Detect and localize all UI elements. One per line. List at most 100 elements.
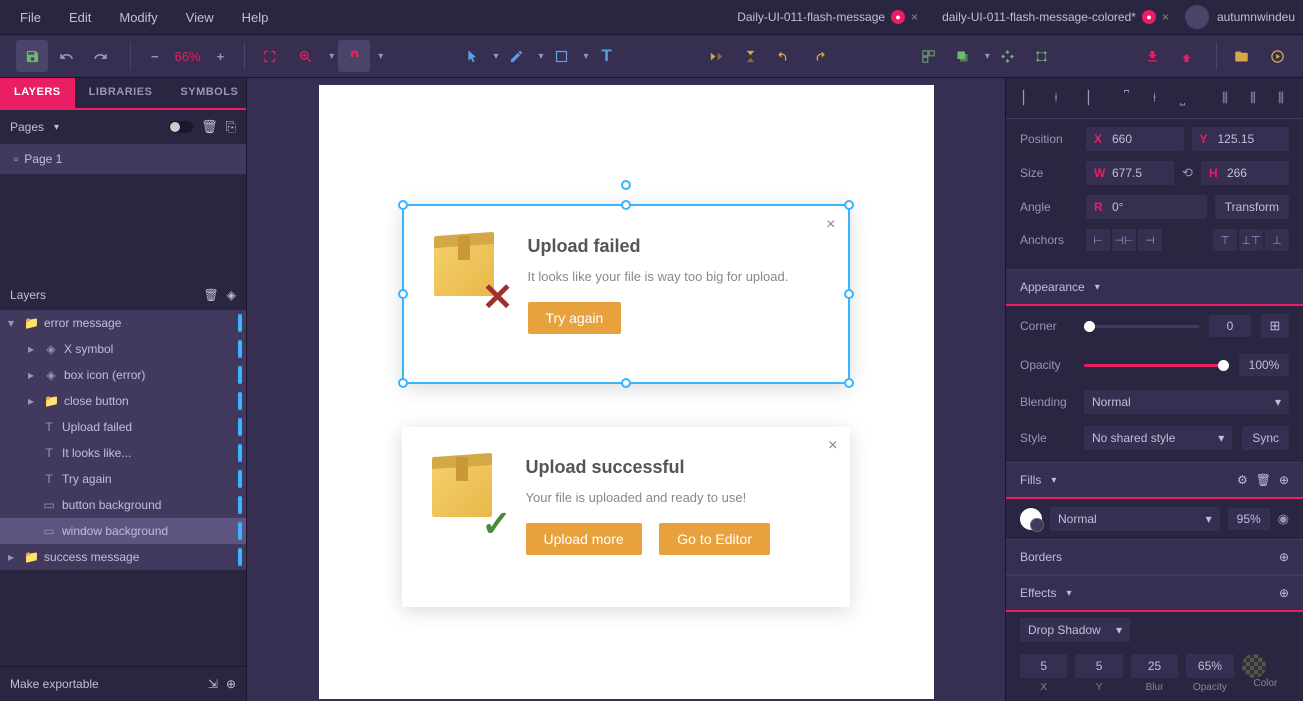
fill-color-swatch[interactable] [1020,508,1042,530]
make-exportable-row[interactable]: Make exportable ⇲ ⊕ [0,666,246,701]
shadow-y-input[interactable]: 5 [1075,654,1122,678]
selection-handle[interactable] [398,378,408,388]
rotate-cw-button[interactable] [803,40,835,72]
add-border-icon[interactable]: ⊕ [1279,550,1289,564]
appearance-header[interactable]: Appearance [1006,269,1303,306]
layer-item[interactable]: ▸📁close button [0,388,246,414]
chevron-icon[interactable]: ▸ [28,342,38,356]
menu-modify[interactable]: Modify [107,4,169,31]
upload-more-button[interactable]: Upload more [526,523,642,555]
anchor-left-icon[interactable]: ⊢ [1086,229,1110,251]
tab-layers[interactable]: LAYERS [0,78,75,108]
flip-horizontal-button[interactable] [701,40,733,72]
selection-handle[interactable] [844,289,854,299]
style-select[interactable]: No shared style▾ [1084,426,1232,450]
distribute-v-icon[interactable]: ⫼ [1241,86,1265,110]
tab-symbols[interactable]: SYMBOLS [166,78,252,108]
menu-file[interactable]: File [8,4,53,31]
corner-value[interactable]: 0 [1209,315,1251,337]
layer-item[interactable]: ▸📁success message [0,544,246,570]
close-icon[interactable]: × [1162,10,1169,24]
pen-dropdown[interactable] [534,51,543,62]
add-effect-icon[interactable]: ⊕ [1279,586,1289,600]
lock-ratio-icon[interactable]: ⟲ [1182,165,1193,181]
align-center-h-icon[interactable]: ⍿ [1044,86,1068,110]
anchor-top-icon[interactable]: ⊤ [1213,229,1237,251]
go-to-editor-button[interactable]: Go to Editor [659,523,770,555]
transform-button[interactable]: Transform [1215,195,1289,219]
rotate-ccw-button[interactable] [769,40,801,72]
y-input[interactable]: Y125.15 [1192,127,1290,151]
opacity-slider[interactable] [1084,364,1229,367]
selection-handle[interactable] [844,378,854,388]
chevron-icon[interactable]: ▾ [8,316,18,330]
layer-item[interactable]: ▾📁error message [0,310,246,336]
layer-item[interactable]: ▸◈X symbol [0,336,246,362]
try-again-button[interactable]: Try again [528,302,622,334]
zoom-out-button[interactable]: − [145,49,165,64]
chevron-icon[interactable]: ▸ [8,550,18,564]
align-left-icon[interactable]: ▏ [1016,86,1040,110]
opacity-value[interactable]: 100% [1239,354,1289,376]
sync-button[interactable]: Sync [1242,426,1289,450]
flip-vertical-button[interactable] [735,40,767,72]
align-top-icon[interactable]: ⎴ [1115,86,1139,110]
selection-handle[interactable] [621,378,631,388]
shadow-color-swatch[interactable] [1242,654,1266,678]
document-tab-2[interactable]: daily-UI-011-flash-message-colored* ● × [934,6,1177,28]
align-right-icon[interactable]: ▕ [1072,86,1096,110]
layer-item[interactable]: TIt looks like... [0,440,246,466]
layer-item[interactable]: TTry again [0,466,246,492]
shadow-blur-input[interactable]: 25 [1131,654,1178,678]
document-tab-1[interactable]: Daily-UI-011-flash-message ● × [729,6,926,28]
layer-item[interactable]: ▭window background [0,518,246,544]
boolean-dropdown[interactable] [981,51,990,62]
selection-handle[interactable] [398,200,408,210]
delete-page-icon[interactable]: 🗑 [201,119,218,135]
height-input[interactable]: H266 [1201,161,1289,185]
close-icon[interactable]: × [828,437,837,455]
select-dropdown[interactable] [489,51,498,62]
anchor-center-h-icon[interactable]: ⊣⊢ [1112,229,1136,251]
chevron-icon[interactable]: ▸ [28,368,38,382]
selection-handle[interactable] [398,289,408,299]
shape-dropdown[interactable] [580,51,589,62]
distribute-h-icon[interactable]: ⫼ [1213,86,1237,110]
effects-header[interactable]: Effects ⊕ [1006,575,1303,612]
shape-tool[interactable] [546,40,578,72]
save-button[interactable] [16,40,48,72]
fill-visibility-icon[interactable]: ◉ [1278,511,1289,527]
fills-header[interactable]: Fills ⚙ 🗑 ⊕ [1006,462,1303,499]
add-page-icon[interactable]: ⎘ [226,119,236,135]
delete-layer-icon[interactable]: 🗑 [204,288,219,302]
distribute-spacing-icon[interactable]: ⫼ [1269,86,1293,110]
error-message-card[interactable]: × ✕ Upload failed It looks like your fil… [402,204,850,384]
layer-stack-icon[interactable]: ◈ [227,288,236,302]
undo-button[interactable] [50,40,82,72]
corner-options-icon[interactable]: ⊞ [1261,314,1289,338]
effect-type-select[interactable]: Drop Shadow▾ [1020,618,1130,642]
zoom-tool-button[interactable] [289,40,321,72]
x-input[interactable]: X660 [1086,127,1184,151]
text-tool[interactable]: T [591,40,623,72]
selection-rotate-handle[interactable] [621,180,631,190]
add-export-icon[interactable]: ⊕ [226,677,236,691]
zoom-in-button[interactable]: + [211,49,231,64]
zoom-level[interactable]: 66% [167,49,209,64]
anchor-right-icon[interactable]: ⊣ [1138,229,1162,251]
fill-blend-select[interactable]: Normal▾ [1050,507,1220,531]
pages-toggle[interactable] [169,121,193,133]
export-button[interactable] [1225,40,1257,72]
snap-button[interactable] [338,40,370,72]
page-item[interactable]: ▫ Page 1 [0,144,246,174]
layer-item[interactable]: ▸◈box icon (error) [0,362,246,388]
close-icon[interactable]: × [911,10,918,24]
fill-opacity[interactable]: 95% [1228,508,1270,530]
select-tool[interactable] [455,40,487,72]
close-icon[interactable]: × [826,216,835,234]
shadow-opacity-input[interactable]: 65% [1186,654,1233,678]
menu-edit[interactable]: Edit [57,4,103,31]
tab-libraries[interactable]: LIBRARIES [75,78,167,108]
canvas[interactable]: × ✕ Upload failed It looks like your fil… [247,78,1005,701]
layer-item[interactable]: ▭button background [0,492,246,518]
